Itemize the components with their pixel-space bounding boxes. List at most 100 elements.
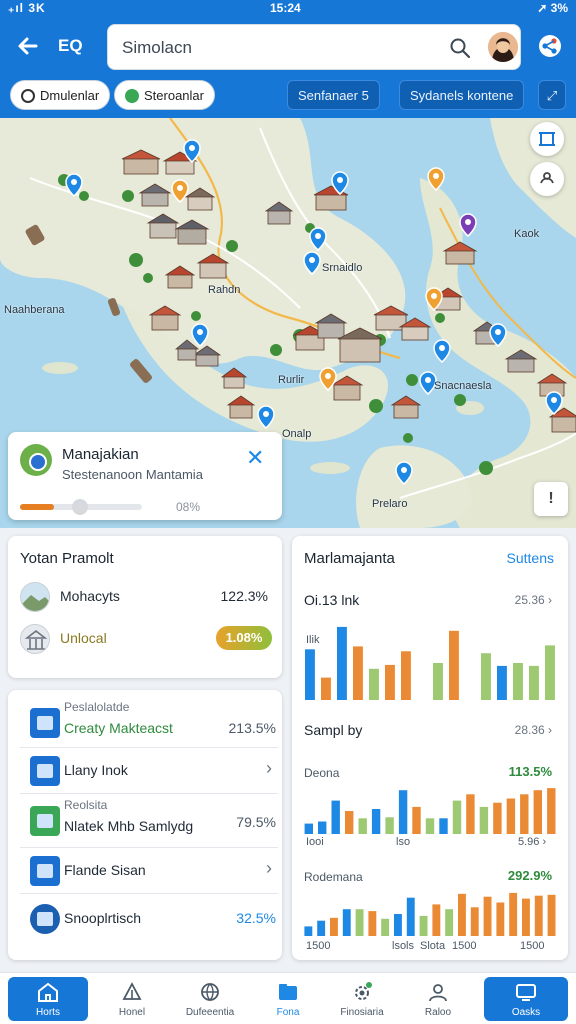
chart-bar: [330, 917, 338, 936]
chart-bar: [439, 818, 448, 834]
chart-bar: [425, 818, 435, 834]
chart-bar: [381, 918, 390, 936]
chart-bar: [483, 896, 492, 936]
badge-icon: [30, 904, 60, 934]
chart-bar: [520, 794, 529, 834]
grid-icon: [30, 856, 60, 886]
chart-3-subtitle: Rodemana: [304, 870, 363, 884]
chart-bar: [369, 668, 379, 700]
list-item[interactable]: Peslalolatde Creaty Makteacst 213.5%: [20, 698, 278, 748]
progress-handle[interactable]: [72, 499, 88, 515]
chart-1-meta[interactable]: 25.36 ›: [515, 593, 552, 607]
compass-button[interactable]: [530, 162, 564, 196]
leaf-icon: [125, 89, 139, 103]
chart-3-x-label: Slota: [420, 940, 446, 952]
stats-link[interactable]: Suttens: [507, 550, 554, 566]
close-button[interactable]: ✕: [246, 447, 268, 470]
list-item-label: Llany Inok: [64, 762, 128, 778]
share-button[interactable]: [536, 32, 564, 60]
chart-bar: [355, 909, 364, 936]
chart-bar: [509, 892, 518, 936]
filter-chips: Dmulenlar Steroanlar Senfanaer 5 Sydanel…: [0, 80, 576, 112]
nav-honel[interactable]: Honel: [92, 977, 172, 1021]
nav-dufeeentia[interactable]: Dufeeentia: [170, 977, 250, 1021]
home-icon: [38, 982, 58, 1002]
chart-bar: [331, 800, 340, 834]
chart-2-title: Sampl by: [304, 722, 363, 738]
radio-icon: [21, 89, 35, 103]
list-item-label: Nlatek Mhb Samlydg: [64, 818, 194, 834]
chart-bar: [317, 920, 326, 936]
chart-bar: [358, 818, 367, 834]
search-bar[interactable]: Simolacn: [107, 24, 521, 70]
search-icon[interactable]: [448, 36, 472, 60]
search-input[interactable]: Simolacn: [122, 38, 192, 58]
bar-chart-2: [304, 788, 556, 834]
nav-fona[interactable]: Fona: [248, 977, 328, 1021]
chart-bar: [466, 794, 475, 834]
back-button[interactable]: [14, 32, 42, 60]
share-icon: [539, 35, 561, 57]
bar-chart-1: [305, 626, 555, 700]
alert-button[interactable]: !: [534, 482, 568, 516]
chart-bar: [452, 800, 462, 834]
document-icon: [30, 708, 60, 738]
chart-bar: [321, 677, 331, 700]
list-card: Peslalolatde Creaty Makteacst 213.5% Lla…: [8, 690, 282, 960]
map-label-naahberana: Naahberana: [4, 304, 65, 316]
building-icon: [20, 624, 50, 654]
chart-2-meta[interactable]: 28.36 ›: [515, 723, 552, 737]
chart-2-x-label: lso: [396, 836, 411, 848]
task-icon: [30, 806, 60, 836]
clock: 15:24: [270, 1, 301, 15]
chart-bar: [318, 821, 327, 834]
list-item-value: 213.5%: [228, 720, 276, 736]
chevron-right-icon: ›: [266, 858, 272, 878]
chart-bar: [406, 897, 415, 936]
chart-bar: [496, 902, 505, 936]
chevron-right-icon: ›: [266, 758, 272, 778]
chip-sydanels[interactable]: Sydanels kontene: [399, 80, 525, 110]
nav-raloo[interactable]: Raloo: [398, 977, 478, 1021]
list-item[interactable]: Flande Sisan ›: [20, 848, 278, 894]
chart-bar: [305, 649, 315, 700]
avatar[interactable]: [486, 30, 520, 64]
chart-1-title: Oi.13 lnk: [304, 592, 360, 608]
map-label-kaok: Kaok: [514, 228, 540, 240]
tasks-icon: [516, 984, 536, 1001]
nav-oasks[interactable]: Oasks: [484, 977, 568, 1021]
summary-row-label: Mohacyts: [60, 588, 120, 604]
list-item-label: Flande Sisan: [64, 862, 146, 878]
nav-home[interactable]: Horts: [8, 977, 88, 1021]
nav-finosiaria[interactable]: Finosiaria: [322, 977, 402, 1021]
chart-bar: [368, 911, 377, 936]
list-item[interactable]: Snooplrtisch 32.5%: [20, 894, 278, 944]
summary-row-label: Unlocal: [60, 630, 107, 646]
chart-bar: [545, 645, 555, 700]
chart-bar: [481, 653, 491, 700]
route-percent: 08%: [176, 500, 201, 514]
route-subtitle: Stestenanoon Mantamia: [62, 467, 203, 482]
nav-tag[interactable]: EQ: [58, 36, 83, 56]
chart-bar: [547, 894, 556, 936]
status-badge: 1.08%: [216, 626, 272, 650]
settings-icon: [355, 982, 372, 1000]
chart-bar: [432, 904, 441, 936]
list-item-value: 79.5%: [236, 814, 276, 830]
chip-steroanlar[interactable]: Steroanlar: [114, 80, 215, 110]
signal-indicator: ₊ıl 3K: [8, 1, 46, 15]
chart-bar: [522, 898, 530, 936]
chart-3-x-label: 1500: [306, 940, 331, 952]
list-item[interactable]: Reolsita Nlatek Mhb Samlydg 79.5%: [20, 794, 278, 848]
list-item-label: Snooplrtisch: [64, 910, 142, 926]
route-card[interactable]: Manajakian Stestenanoon Mantamia ✕ 08%: [8, 432, 282, 520]
stats-card: Marlamajanta Suttens Oi.13 lnk 25.36 › I…: [292, 536, 568, 960]
list-item[interactable]: Llany Inok ›: [20, 748, 278, 794]
chip-senfanaer[interactable]: Senfanaer 5: [287, 80, 380, 110]
chart-bar: [506, 798, 516, 834]
chip-dmulenlar[interactable]: Dmulenlar: [10, 80, 111, 110]
expand-button[interactable]: ⤢: [538, 80, 566, 110]
chart-bar: [345, 811, 354, 834]
location-pin-icon: [20, 444, 52, 476]
layers-button[interactable]: [530, 122, 564, 156]
